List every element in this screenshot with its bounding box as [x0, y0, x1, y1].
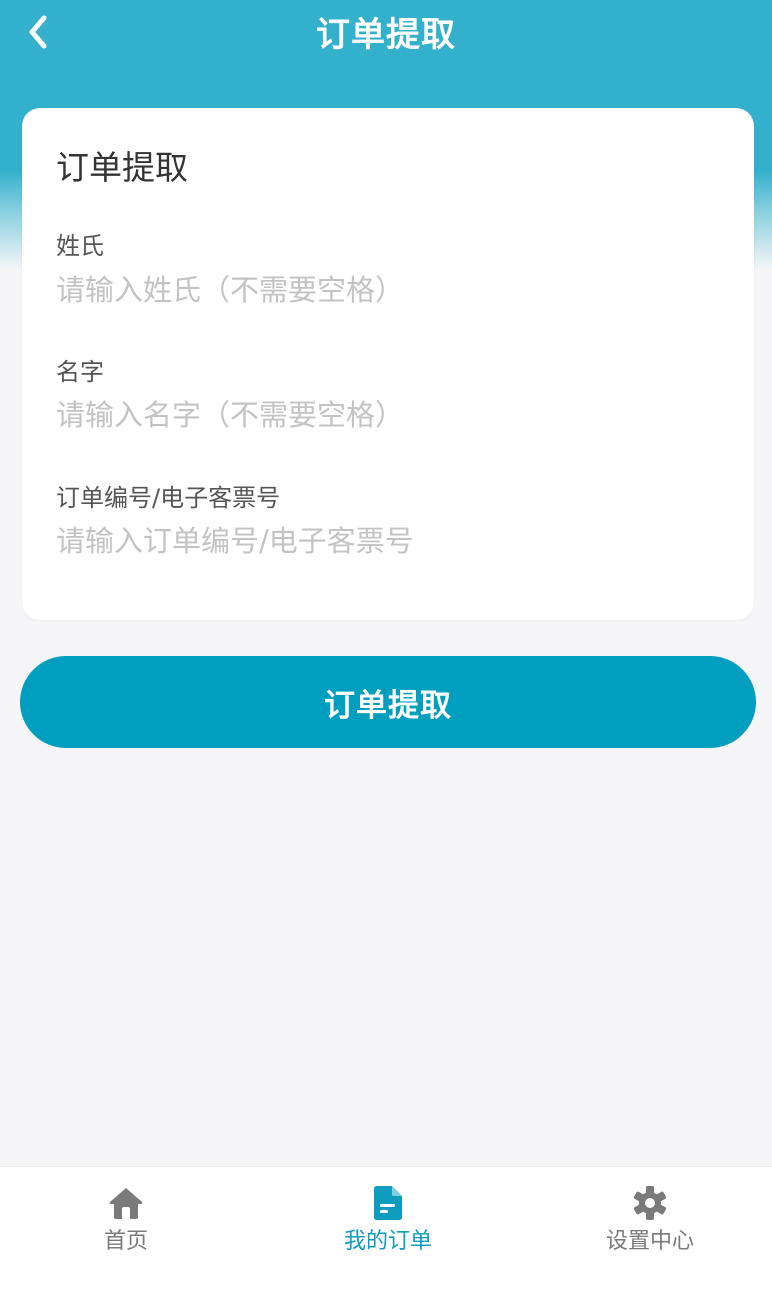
retrieve-order-button[interactable]: 订单提取	[20, 656, 756, 748]
form-title: 订单提取	[56, 148, 188, 187]
tab-settings-label: 设置中心	[605, 1229, 694, 1254]
given-name-input[interactable]	[56, 393, 716, 437]
tab-settings[interactable]: 设置中心	[550, 1167, 750, 1277]
page-title: 订单提取	[316, 15, 456, 55]
home-icon	[108, 1185, 144, 1221]
tab-my-orders[interactable]: 我的订单	[288, 1167, 488, 1277]
given-name-label: 名字	[56, 358, 104, 386]
tab-home[interactable]: 首页	[26, 1167, 226, 1277]
navigation-bar: 订单提取	[0, 0, 772, 72]
tab-my-orders-label: 我的订单	[343, 1229, 432, 1254]
order-number-label: 订单编号/电子客票号	[56, 484, 281, 512]
surname-label: 姓氏	[56, 232, 104, 260]
gear-icon	[632, 1185, 668, 1221]
order-retrieval-form: 订单提取 姓氏 名字 订单编号/电子客票号	[22, 108, 754, 620]
bottom-tab-bar: 首页 我的订单 设置中心	[0, 1166, 772, 1302]
order-number-input[interactable]	[56, 519, 716, 563]
tab-home-label: 首页	[103, 1229, 148, 1254]
surname-input[interactable]	[56, 268, 716, 312]
order-icon	[370, 1185, 406, 1221]
order-retrieval-page: 订单提取 订单提取 姓氏 名字 订单编号/电子客票号 订单提取 首页	[0, 0, 772, 1302]
